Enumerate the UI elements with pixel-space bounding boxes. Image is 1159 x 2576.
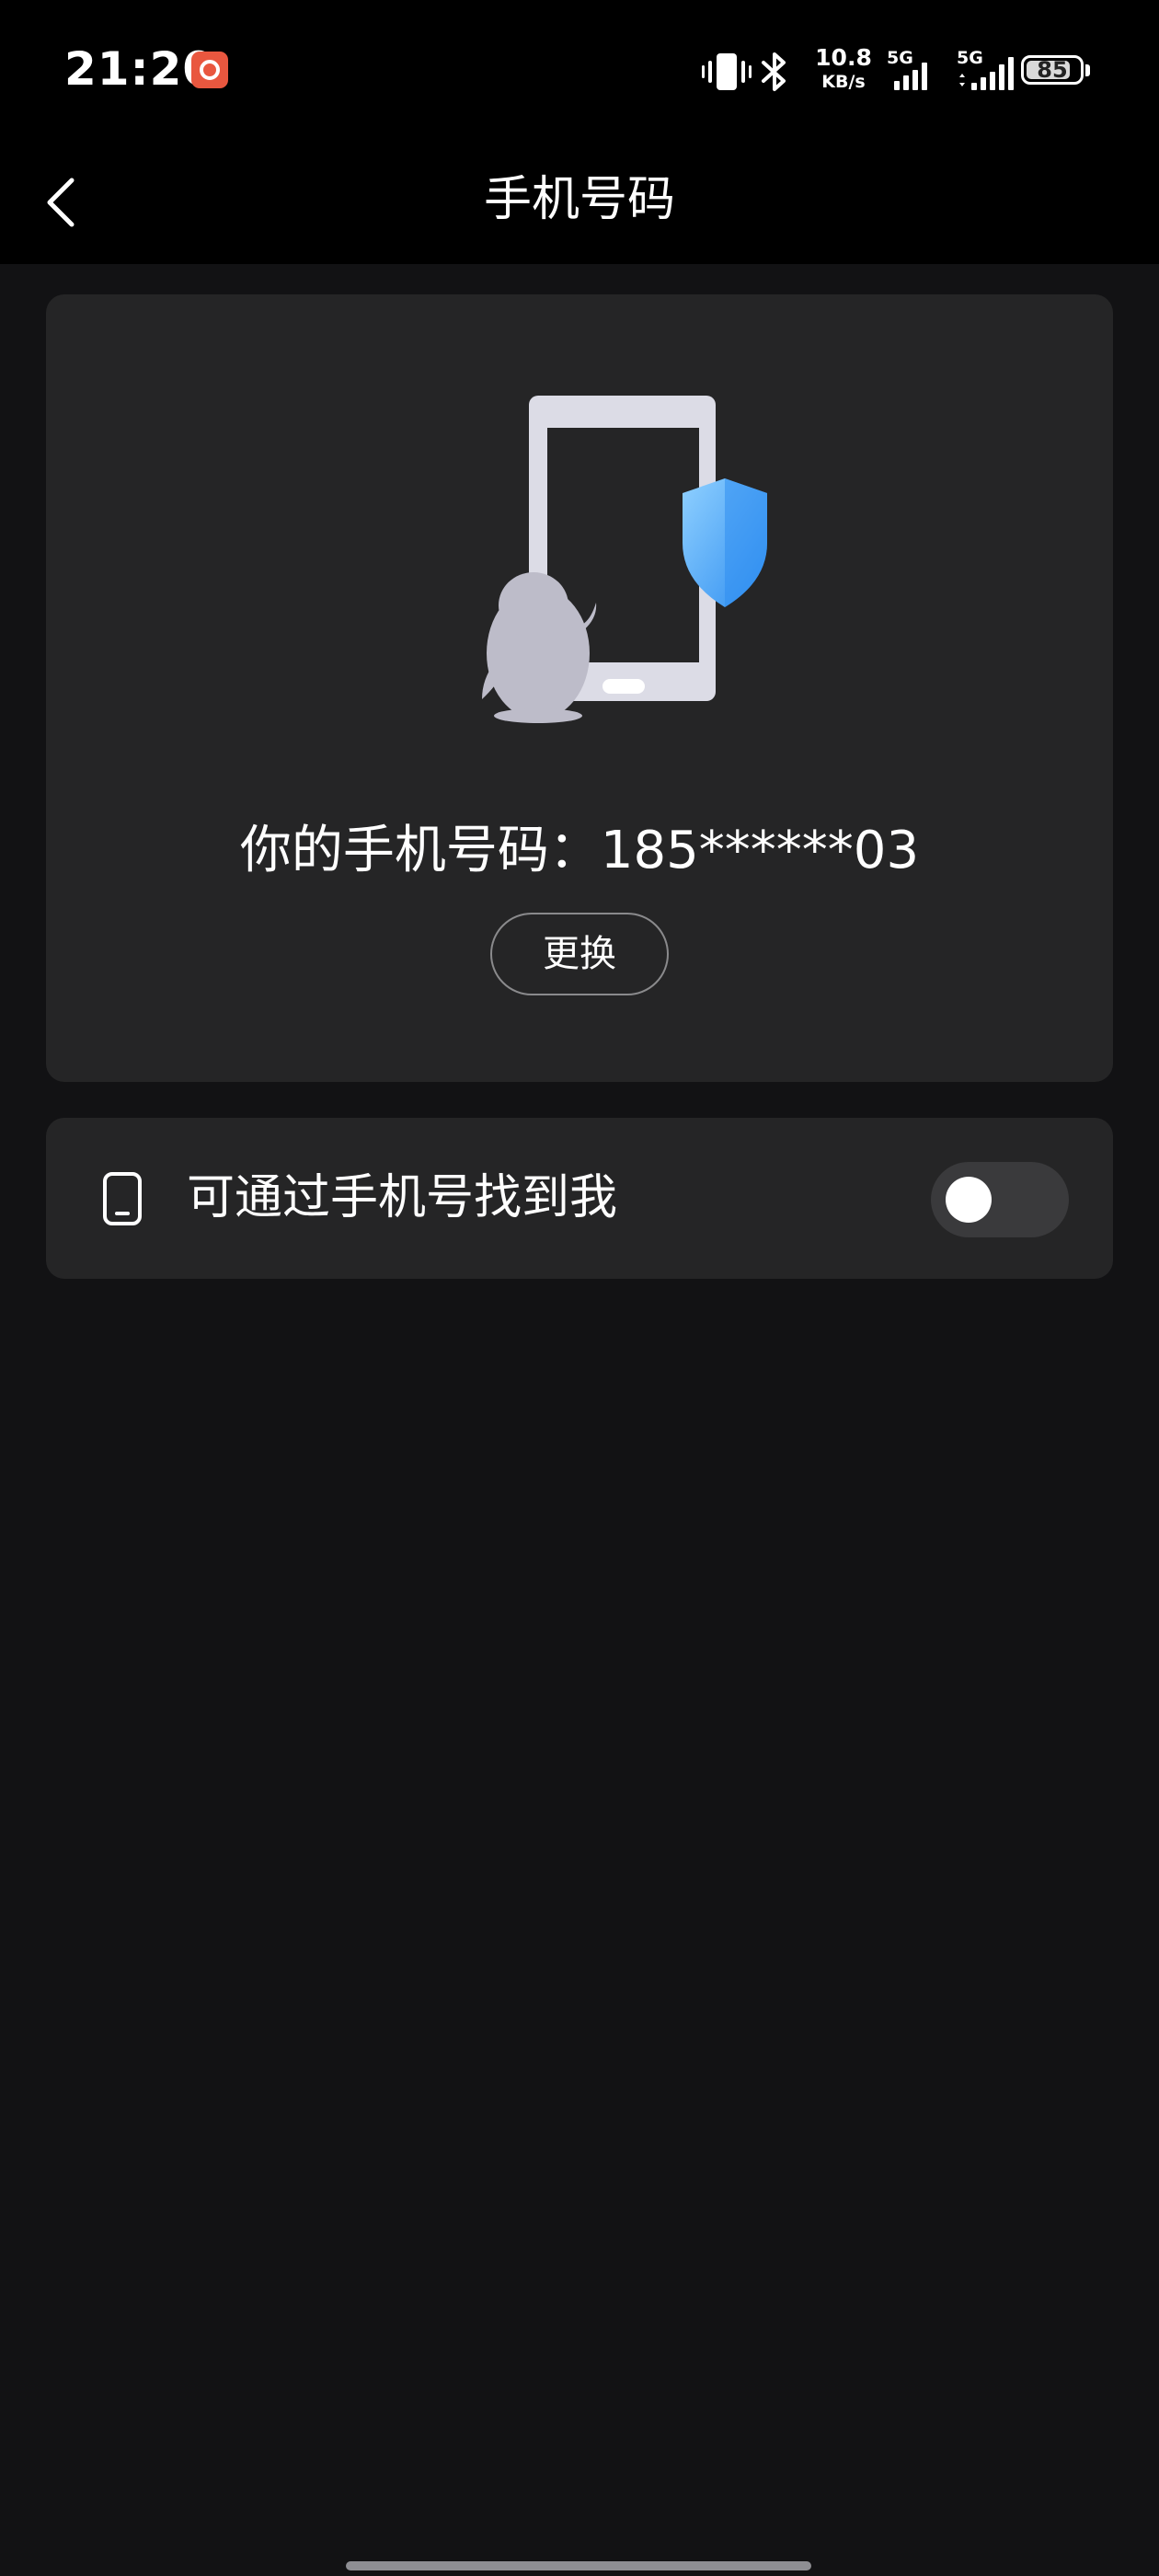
signal-2-label: 5G: [957, 48, 983, 68]
bluetooth-icon: [762, 52, 786, 91]
phone-number-text: 你的手机号码：185******03: [239, 821, 920, 880]
status-bar: 21:20 10.8 KB/s 5G 5G 85: [0, 0, 1159, 143]
network-speed-unit: KB/s: [821, 72, 866, 92]
vibrate-icon: [702, 53, 752, 90]
mobile-phone-icon: [103, 1172, 142, 1225]
record-app-icon: [191, 52, 228, 88]
status-icons: 10.8 KB/s 5G 5G 85: [681, 46, 1159, 101]
find-by-phone-toggle[interactable]: [931, 1162, 1069, 1237]
toggle-knob: [946, 1177, 992, 1223]
cell-signal-2: 5G: [957, 48, 1017, 98]
cell-signal-1: 5G: [885, 48, 940, 98]
phone-security-illustration: [482, 396, 767, 723]
find-by-phone-label: 可通过手机号找到我: [187, 1170, 618, 1225]
battery-percent: 85: [1037, 57, 1068, 83]
change-button[interactable]: 更换: [490, 913, 669, 995]
battery-icon: 85: [1021, 55, 1084, 85]
network-speed: 10.8 KB/s: [811, 46, 876, 94]
page-title: 手机号码: [483, 172, 675, 227]
battery-tip: [1085, 64, 1090, 76]
screen: 21:20 10.8 KB/s 5G 5G 85 手机号码 你的手机号码：185…: [0, 0, 1159, 2576]
home-indicator[interactable]: [346, 2561, 811, 2570]
network-speed-value: 10.8: [815, 44, 872, 71]
find-by-phone-row[interactable]: 可通过手机号找到我: [46, 1118, 1113, 1279]
phone-number-card: 你的手机号码：185******03 更换: [46, 294, 1113, 1082]
nav-bar: 手机号码: [0, 143, 1159, 264]
signal-1-label: 5G: [887, 48, 913, 68]
